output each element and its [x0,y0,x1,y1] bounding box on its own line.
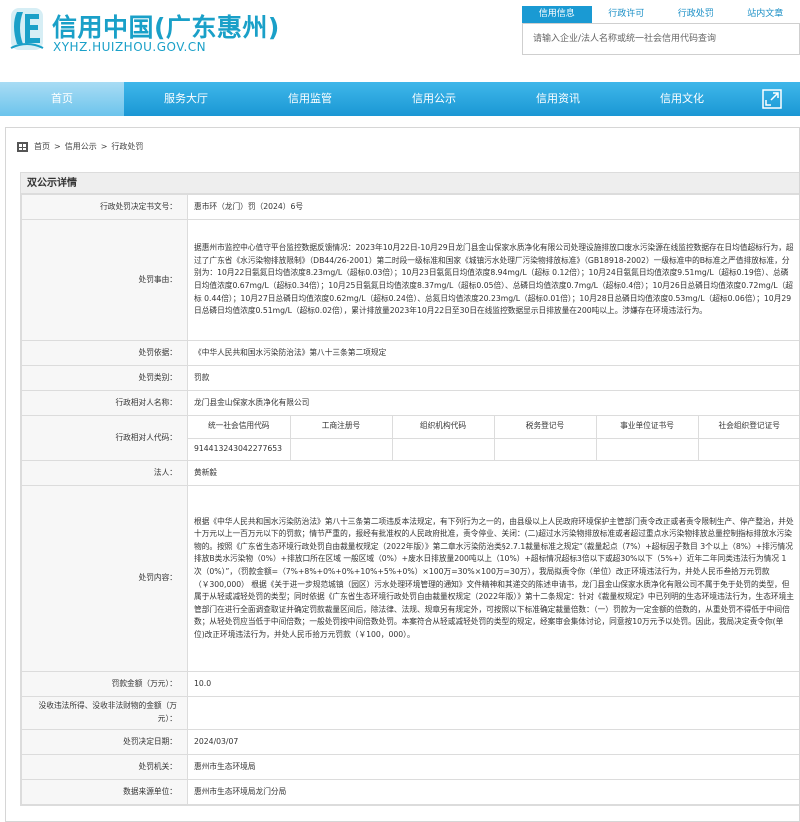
nav-item-home[interactable]: 首页 [0,82,124,116]
table-row: 行政相对人名称： 龙门县金山保家水质净化有限公司 [21,390,799,416]
code-header-org-code: 组织机构代码 [392,416,495,439]
search-tab-site-articles[interactable]: 站内文章 [730,6,800,23]
table-row: 罚款金额（万元）： 10.0 [21,671,799,697]
site-url[interactable]: XYHZ.HUIZHOU.GOV.CN [53,40,206,54]
table-row: 处罚事由： 据惠州市监控中心值守平台监控数据反馈情况：2023年10月22日-1… [21,219,799,341]
expand-icon[interactable] [762,89,782,109]
authority-value: 惠州市生态环境局 [187,754,799,780]
breadcrumb: 首页 > 信用公示 > 行政处罚 [17,141,143,152]
code-value-business-reg [290,438,393,460]
nav-item-credit-publicity[interactable]: 信用公示 [372,82,496,116]
nav-item-credit-news[interactable]: 信用资讯 [496,82,620,116]
table-row: 处罚机关： 惠州市生态环境局 [21,754,799,780]
category-label: 处罚类别： [21,365,188,391]
counterparty-value: 龙门县金山保家水质净化有限公司 [187,390,799,416]
site-logo-icon[interactable] [5,4,49,54]
amount-value: 10.0 [187,671,799,697]
search-box [522,23,800,55]
legal-rep-value: 黄新毅 [187,460,799,486]
content-label: 处罚内容： [21,485,188,672]
basis-value: 《中华人民共和国水污染防治法》第八十三条第二项规定 [187,340,799,366]
site-header: 信用中国(广东惠州) XYHZ.HUIZHOU.GOV.CN 信用信息 行政许可… [0,0,800,78]
table-row: 行政处罚决定书文号： 惠市环（龙门）罚（2024）6号 [21,194,799,220]
code-header-row: 统一社会信用代码 工商注册号 组织机构代码 税务登记号 事业单位证书号 社会组织… [188,416,799,439]
detail-panel: 双公示详情 行政处罚决定书文号： 惠市环（龙门）罚（2024）6号 处罚事由： … [20,172,799,806]
content-area: 首页 > 信用公示 > 行政处罚 双公示详情 行政处罚决定书文号： 惠市环（龙门… [5,127,800,822]
code-value-tax-reg [494,438,597,460]
table-row: 没收违法所得、没收非法财物的金额（万元）： [21,696,799,730]
home-icon [17,141,28,152]
amount-label: 罚款金额（万元）： [21,671,188,697]
reason-label: 处罚事由： [21,219,188,341]
table-row: 法人： 黄新毅 [21,460,799,486]
table-row: 处罚依据： 《中华人民共和国水污染防治法》第八十三条第二项规定 [21,340,799,366]
breadcrumb-credit-publicity[interactable]: 信用公示 [65,141,97,152]
category-value: 罚款 [187,365,799,391]
date-label: 处罚决定日期： [21,729,188,755]
code-value-institution-cert [596,438,699,460]
code-table: 统一社会信用代码 工商注册号 组织机构代码 税务登记号 事业单位证书号 社会组织… [188,416,799,460]
site-name[interactable]: 信用中国(广东惠州) [52,8,280,44]
code-value-org-code [392,438,495,460]
reason-value: 据惠州市监控中心值守平台监控数据反馈情况：2023年10月22日-10月29日龙… [187,219,799,341]
code-label: 行政相对人代码： [21,415,188,461]
code-header-business-reg: 工商注册号 [290,416,393,439]
nav-item-service-hall[interactable]: 服务大厅 [124,82,248,116]
confiscation-label: 没收违法所得、没收非法财物的金额（万元）： [21,696,188,730]
main-nav: 首页 服务大厅 信用监管 信用公示 信用资讯 信用文化 [0,82,800,116]
search-tab-admin-license[interactable]: 行政许可 [591,6,661,23]
table-row: 行政相对人代码： 统一社会信用代码 工商注册号 组织机构代码 税务登记号 事业单… [21,415,799,461]
authority-label: 处罚机关： [21,754,188,780]
breadcrumb-home[interactable]: 首页 [34,141,50,152]
breadcrumb-admin-penalty[interactable]: 行政处罚 [111,141,143,152]
code-header-institution-cert: 事业单位证书号 [596,416,699,439]
breadcrumb-separator: > [54,142,61,151]
table-row: 处罚内容： 根据《中华人民共和国水污染防治法》第八十三条第二项违反本法规定，有下… [21,485,799,672]
table-row: 处罚类别： 罚款 [21,365,799,391]
breadcrumb-separator: > [100,142,108,151]
content-value: 根据《中华人民共和国水污染防治法》第八十三条第二项违反本法规定，有下列行为之一的… [187,485,799,672]
search-tab-admin-penalty[interactable]: 行政处罚 [661,6,731,23]
table-row: 处罚决定日期： 2024/03/07 [21,729,799,755]
search-tabs: 信用信息 行政许可 行政处罚 站内文章 [522,6,800,23]
legal-rep-label: 法人： [21,460,188,486]
code-cell: 统一社会信用代码 工商注册号 组织机构代码 税务登记号 事业单位证书号 社会组织… [187,415,799,461]
nav-item-credit-supervision[interactable]: 信用监管 [248,82,372,116]
code-value-row: 914413243042277653 [188,438,799,460]
doc-number-label: 行政处罚决定书文号： [21,194,188,220]
code-value-social-org [698,438,799,460]
confiscation-value [187,696,799,730]
code-header-uscc: 统一社会信用代码 [188,416,291,439]
doc-number-value: 惠市环（龙门）罚（2024）6号 [187,194,799,220]
panel-title: 双公示详情 [21,173,799,194]
date-value: 2024/03/07 [187,729,799,755]
code-header-tax-reg: 税务登记号 [494,416,597,439]
table-row: 数据来源单位： 惠州市生态环境局龙门分局 [21,779,799,805]
detail-table: 行政处罚决定书文号： 惠市环（龙门）罚（2024）6号 处罚事由： 据惠州市监控… [21,194,799,805]
nav-item-credit-culture[interactable]: 信用文化 [620,82,744,116]
basis-label: 处罚依据： [21,340,188,366]
search-input[interactable] [523,24,799,54]
code-value-uscc: 914413243042277653 [188,438,291,460]
search-tab-credit-info[interactable]: 信用信息 [522,6,592,23]
source-label: 数据来源单位： [21,779,188,805]
code-header-social-org: 社会组织登记证号 [698,416,799,439]
counterparty-label: 行政相对人名称： [21,390,188,416]
source-value: 惠州市生态环境局龙门分局 [187,779,799,805]
